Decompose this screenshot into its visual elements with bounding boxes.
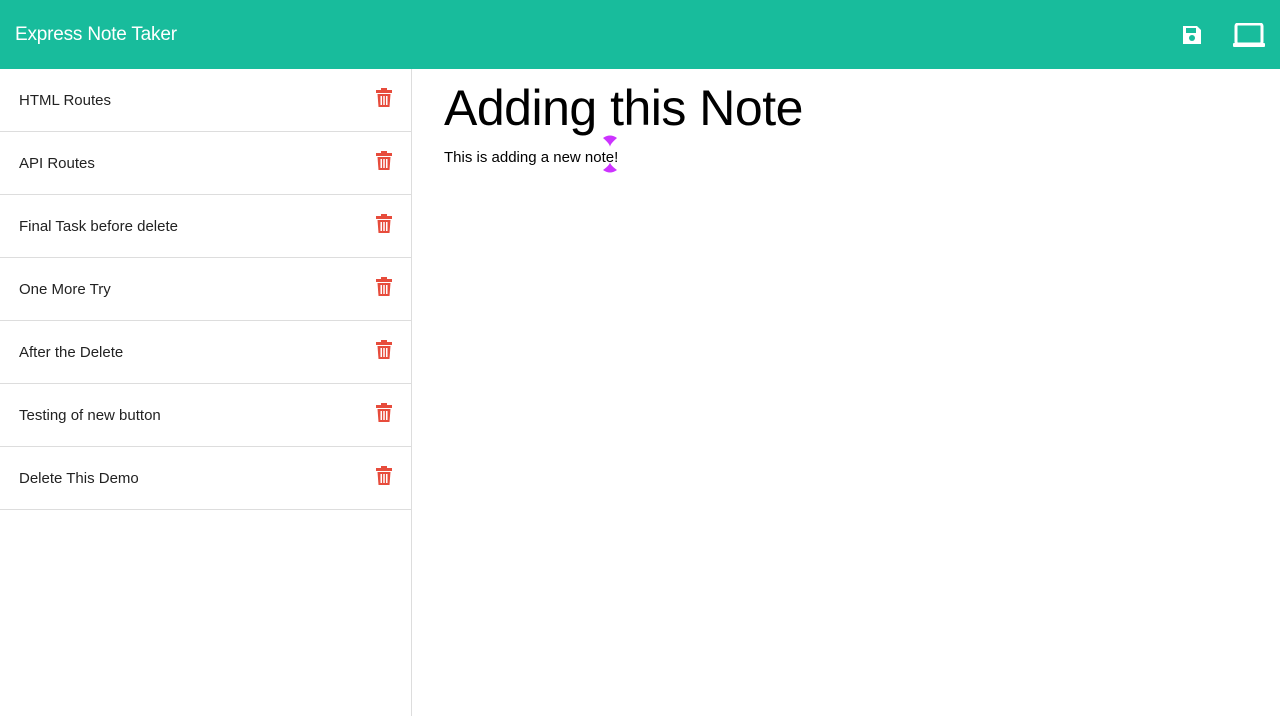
note-title: HTML Routes <box>19 91 111 109</box>
note-editor: Adding this Note This is adding a new no… <box>412 69 1280 716</box>
note-title: One More Try <box>19 280 111 298</box>
trash-icon[interactable] <box>376 213 392 233</box>
note-title: API Routes <box>19 154 95 172</box>
text-cursor-handle-icon[interactable] <box>602 161 618 173</box>
trash-icon[interactable] <box>376 465 392 485</box>
trash-icon[interactable] <box>376 276 392 296</box>
list-item[interactable]: HTML Routes <box>0 69 411 132</box>
list-item[interactable]: Delete This Demo <box>0 447 411 510</box>
list-item[interactable]: One More Try <box>0 258 411 321</box>
list-item[interactable]: After the Delete <box>0 321 411 384</box>
trash-icon[interactable] <box>376 339 392 359</box>
note-title: Delete This Demo <box>19 469 139 487</box>
notes-list: HTML Routes API Routes Final Task before… <box>0 69 412 716</box>
list-item[interactable]: Final Task before delete <box>0 195 411 258</box>
text-cursor-handle-icon[interactable] <box>602 134 618 147</box>
navbar: Express Note Taker <box>0 0 1280 69</box>
note-text: This is adding a new note! <box>444 149 619 166</box>
trash-icon[interactable] <box>376 87 392 107</box>
note-textarea[interactable]: This is adding a new note! <box>444 135 619 173</box>
new-note-icon[interactable] <box>1233 22 1265 47</box>
note-title: After the Delete <box>19 343 124 361</box>
trash-icon[interactable] <box>376 150 392 170</box>
trash-icon[interactable] <box>376 402 392 422</box>
save-icon[interactable] <box>1181 24 1203 46</box>
note-title: Final Task before delete <box>19 217 178 235</box>
navbar-actions <box>1181 22 1265 47</box>
note-title: Testing of new button <box>19 406 161 424</box>
brand-title[interactable]: Express Note Taker <box>15 24 177 46</box>
note-title-input[interactable]: Adding this Note <box>444 81 1248 135</box>
list-item[interactable]: Testing of new button <box>0 384 411 447</box>
list-item[interactable]: API Routes <box>0 132 411 195</box>
